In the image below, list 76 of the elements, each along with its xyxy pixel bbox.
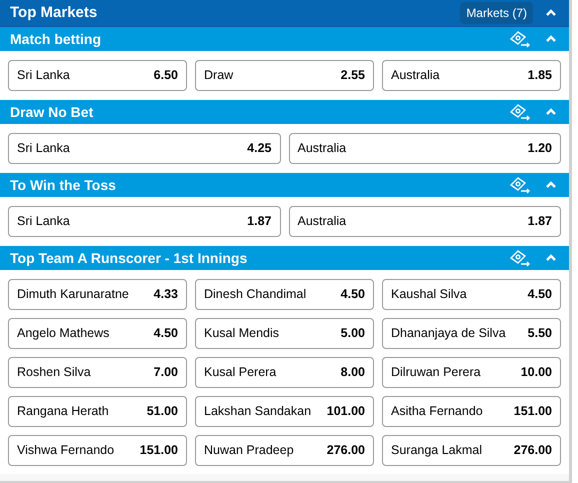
markets-button[interactable]: Markets (7) — [460, 2, 533, 24]
selection-name: Asitha Fernando — [391, 403, 483, 420]
odds-value: 1.20 — [528, 140, 552, 158]
odds-value: 10.00 — [520, 364, 552, 382]
selection-name: Australia — [298, 140, 346, 158]
odds-button[interactable]: Angelo Mathews 4.50 — [8, 318, 187, 349]
odds-button[interactable]: Suranga Lakmal 276.00 — [382, 435, 561, 466]
odds-value: 1.85 — [528, 67, 552, 84]
odds-value: 1.87 — [247, 213, 272, 230]
selection-name: Roshen Silva — [17, 364, 91, 382]
odds-button[interactable]: Sri Lanka 6.50 — [8, 60, 187, 91]
selection-name: Dimuth Karunaratne — [17, 286, 129, 304]
odds-value: 5.50 — [528, 325, 552, 342]
odds-button[interactable]: Asitha Fernando 151.00 — [382, 396, 561, 427]
odds-value: 2.55 — [340, 67, 365, 84]
odds-value: 5.00 — [340, 325, 365, 342]
market-title: Match betting — [10, 30, 102, 49]
odds-button[interactable]: Nuwan Pradeep 276.00 — [195, 435, 374, 466]
selection-name: Suranga Lakmal — [391, 442, 482, 460]
selection-name: Vishwa Fernando — [17, 442, 114, 460]
odds-value: 4.25 — [247, 140, 272, 158]
selection-name: Australia — [298, 213, 346, 230]
odds-value: 51.00 — [146, 403, 178, 420]
selection-name: Sri Lanka — [17, 140, 70, 158]
selection-name: Kusal Perera — [204, 364, 276, 382]
odds-value: 101.00 — [326, 403, 365, 420]
selection-name: Sri Lanka — [17, 67, 70, 84]
selection-name: Kusal Mendis — [204, 325, 280, 342]
odds-value: 276.00 — [514, 442, 552, 460]
odds-button[interactable]: Dimuth Karunaratne 4.33 — [8, 279, 187, 310]
market-title: Top Team A Runscorer - 1st Innings — [10, 248, 248, 268]
market-title: Draw No Bet — [10, 102, 94, 122]
selection-name: Dinesh Chandimal — [204, 286, 306, 304]
odds-button[interactable]: Dilruwan Perera 10.00 — [382, 357, 561, 388]
market-title: To Win the Toss — [10, 176, 117, 194]
odds-value: 4.50 — [340, 286, 365, 304]
cash-out-icon[interactable] — [509, 249, 531, 267]
odds-button[interactable]: Lakshan Sandakan 101.00 — [195, 396, 374, 427]
odds-value: 151.00 — [514, 403, 552, 420]
cash-out-icon[interactable] — [509, 176, 531, 194]
odds-value: 1.87 — [528, 213, 552, 230]
odds-button[interactable]: Vishwa Fernando 151.00 — [8, 435, 187, 466]
selection-name: Draw — [204, 67, 234, 84]
odds-value: 6.50 — [154, 67, 178, 84]
odds-button[interactable]: Kusal Perera 8.00 — [195, 357, 374, 388]
odds-button[interactable]: Sri Lanka 4.25 — [8, 133, 280, 164]
selection-name: Angelo Mathews — [17, 325, 110, 342]
odds-button[interactable]: Australia 1.87 — [288, 206, 561, 237]
odds-button[interactable]: Kaushal Silva 4.50 — [382, 279, 561, 310]
odds-button[interactable]: Draw 2.55 — [195, 60, 374, 91]
odds-button[interactable]: Roshen Silva 7.00 — [8, 357, 187, 388]
odds-value: 4.50 — [528, 286, 552, 304]
odds-value: 4.33 — [154, 286, 178, 304]
cash-out-icon[interactable] — [509, 30, 531, 48]
odds-button[interactable]: Dhananjaya de Silva 5.50 — [382, 318, 561, 349]
odds-button[interactable]: Kusal Mendis 5.00 — [195, 318, 374, 349]
odds-button[interactable]: Dinesh Chandimal 4.50 — [195, 279, 374, 310]
odds-value: 276.00 — [326, 442, 365, 460]
selection-name: Rangana Herath — [17, 403, 109, 420]
odds-value: 4.50 — [154, 325, 178, 342]
selection-name: Dhananjaya de Silva — [391, 325, 506, 342]
selection-name: Australia — [391, 67, 440, 84]
selection-name: Kaushal Silva — [391, 286, 467, 304]
panel-title: Top Markets — [10, 2, 98, 23]
odds-button[interactable]: Australia 1.85 — [382, 60, 561, 91]
odds-value: 8.00 — [340, 364, 365, 382]
odds-button[interactable]: Sri Lanka 1.87 — [8, 206, 280, 237]
selection-name: Sri Lanka — [17, 213, 70, 230]
cash-out-icon[interactable] — [509, 103, 531, 121]
odds-value: 151.00 — [140, 442, 178, 460]
selection-name: Nuwan Pradeep — [204, 442, 294, 460]
selection-name: Lakshan Sandakan — [204, 403, 312, 420]
odds-value: 7.00 — [154, 364, 178, 382]
odds-button[interactable]: Australia 1.20 — [288, 133, 561, 164]
odds-button[interactable]: Rangana Herath 51.00 — [8, 396, 187, 427]
selection-name: Dilruwan Perera — [391, 364, 481, 382]
